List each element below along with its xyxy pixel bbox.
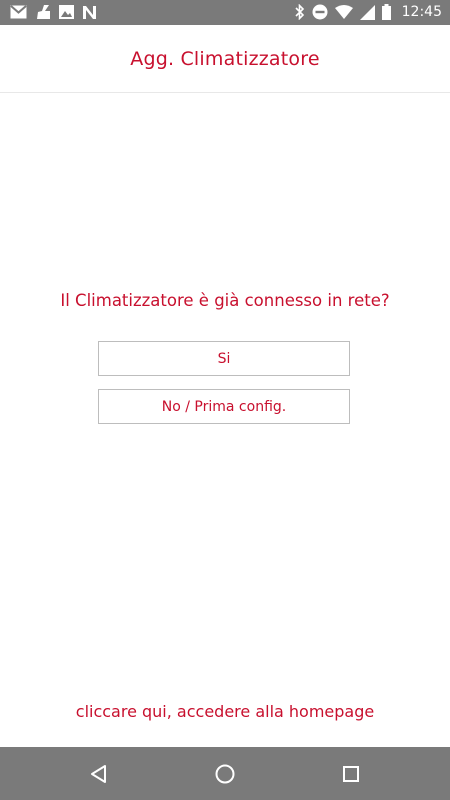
status-time: 12:45 [401, 4, 442, 20]
bluetooth-icon [295, 4, 305, 20]
home-circle-icon [215, 764, 235, 784]
network-question: Il Climatizzatore è già connesso in rete… [60, 291, 390, 310]
signal-icon [359, 4, 375, 20]
app-screen: 12:45 Agg. Climatizzatore Il Climatizzat… [0, 0, 450, 800]
gmail-icon [10, 5, 27, 19]
battery-icon [381, 4, 391, 20]
home-button[interactable] [212, 761, 238, 787]
n-app-icon [82, 5, 97, 20]
recents-square-icon [343, 766, 359, 782]
cleaner-icon [35, 4, 51, 20]
image-icon [59, 5, 74, 19]
page-title: Agg. Climatizzatore [130, 47, 320, 70]
wifi-icon [334, 5, 353, 19]
recents-button[interactable] [338, 761, 364, 787]
back-triangle-icon [91, 765, 106, 783]
navigation-bar [0, 747, 450, 800]
app-header: Agg. Climatizzatore [0, 25, 450, 93]
do-not-disturb-icon [312, 4, 328, 20]
status-bar: 12:45 [0, 0, 450, 25]
first-config-button[interactable]: No / Prima config. [98, 389, 350, 424]
system-icons: 12:45 [295, 3, 442, 21]
notification-icons [10, 4, 97, 20]
yes-button[interactable]: Si [98, 341, 350, 376]
back-button[interactable] [86, 761, 112, 787]
homepage-link[interactable]: cliccare qui, accedere alla homepage [0, 702, 450, 721]
